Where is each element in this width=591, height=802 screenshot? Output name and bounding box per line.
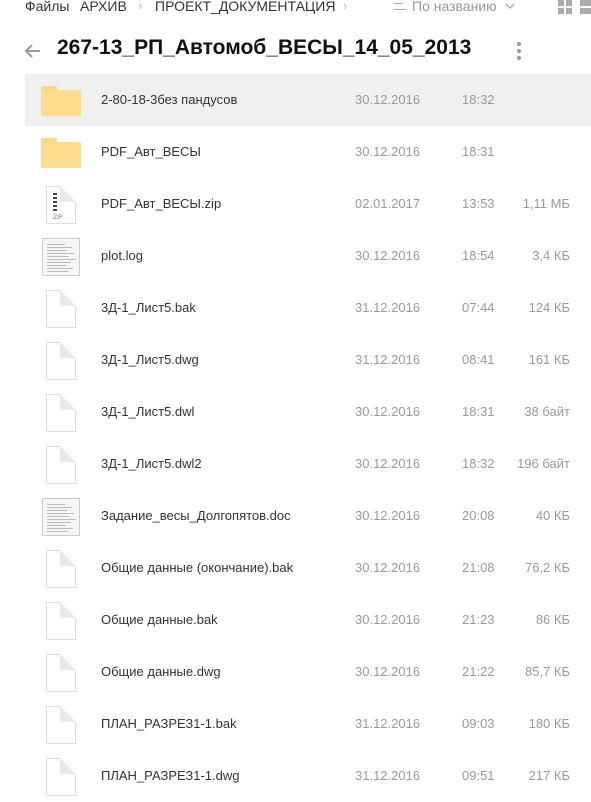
file-time: 18:32 xyxy=(462,456,495,471)
file-date: 30.12.2016 xyxy=(355,92,421,107)
file-date: 30.12.2016 xyxy=(355,456,421,471)
file-time: 18:32 xyxy=(462,92,495,107)
file-time: 13:53 xyxy=(462,196,495,211)
sort-dropdown[interactable]: По названию xyxy=(394,0,515,14)
file-row[interactable]: plot.log 30.12.2016 18:54 3,4 КБ xyxy=(0,230,591,282)
file-row[interactable]: 3Д-1_Лист5.dwl2 30.12.2016 18:32 196 байт xyxy=(0,438,591,490)
file-date: 31.12.2016 xyxy=(355,716,421,731)
file-icon xyxy=(41,758,81,796)
file-row[interactable]: 3Д-1_Лист5.dwl 30.12.2016 18:31 38 байт xyxy=(0,386,591,438)
file-date: 30.12.2016 xyxy=(355,144,421,159)
file-icon xyxy=(41,602,81,640)
file-time: 08:41 xyxy=(462,352,495,367)
file-time: 07:44 xyxy=(462,300,495,315)
file-icon xyxy=(41,706,81,744)
file-icon xyxy=(41,446,81,484)
file-time: 18:31 xyxy=(462,144,495,159)
file-row[interactable]: ПЛАН_РАЗРЕЗ1-1.dwg 31.12.2016 09:51 217 КБ xyxy=(0,750,591,802)
file-date: 30.12.2016 xyxy=(355,248,421,263)
file-icon xyxy=(41,290,81,328)
file-time: 09:51 xyxy=(462,768,495,783)
file-size: 124 КБ xyxy=(528,300,570,315)
file-row[interactable]: Задание_весы_Долгопятов.doc 30.12.2016 20:… xyxy=(0,490,591,542)
file-row[interactable]: Общие данные (окончание).bak 30.12.2016 21… xyxy=(0,542,591,594)
file-date: 02.01.2017 xyxy=(355,196,421,211)
file-size: 3,4 КБ xyxy=(532,248,570,263)
page-title: 267-13_РП_Автомоб_ВЕСЫ_14_05_2013 xyxy=(57,36,472,59)
grid-view-icon[interactable] xyxy=(558,0,574,16)
file-row[interactable]: PDF_Авт_ВЕСЫ 30.12.2016 18:31 xyxy=(0,126,591,178)
file-name: Задание_весы_Долгопятов.doc xyxy=(101,508,291,523)
folder-icon xyxy=(41,134,81,170)
file-name: 2-80-18-3без пандусов xyxy=(101,92,238,107)
file-name: 3Д-1_Лист5.dwg xyxy=(101,352,199,367)
back-arrow-icon[interactable] xyxy=(24,42,42,60)
file-name: 3Д-1_Лист5.bak xyxy=(101,300,196,315)
file-row[interactable]: 3Д-1_Лист5.dwg 31.12.2016 08:41 161 КБ xyxy=(0,334,591,386)
file-name: plot.log xyxy=(101,248,143,263)
file-icon xyxy=(41,550,81,588)
file-size: 38 байт xyxy=(524,404,570,419)
file-size: 161 КБ xyxy=(528,352,570,367)
file-time: 21:22 xyxy=(462,664,495,679)
file-date: 30.12.2016 xyxy=(355,560,421,575)
more-options-icon[interactable] xyxy=(512,42,526,62)
file-time: 09:03 xyxy=(462,716,495,731)
file-row[interactable]: Общие данные.bak 30.12.2016 21:23 86 КБ xyxy=(0,594,591,646)
breadcrumb-separator-icon: › xyxy=(343,0,348,13)
file-size: 86 КБ xyxy=(535,612,570,627)
file-row[interactable]: ZIP PDF_Авт_ВЕСЫ.zip 02.01.2017 13:53 1,11 М… xyxy=(0,178,591,230)
file-date: 30.12.2016 xyxy=(355,612,421,627)
breadcrumb-separator-icon: › xyxy=(138,0,143,13)
folder-icon xyxy=(41,82,81,118)
file-icon xyxy=(41,342,81,380)
file-date: 31.12.2016 xyxy=(355,300,421,315)
file-size: 40 КБ xyxy=(535,508,570,523)
zip-file-icon: ZIP xyxy=(41,186,81,224)
sort-label: По названию xyxy=(412,0,497,14)
file-name: PDF_Авт_ВЕСЫ xyxy=(101,144,201,159)
file-size: 196 байт xyxy=(517,456,570,471)
document-thumbnail-icon xyxy=(41,498,81,536)
file-size: 76,2 КБ xyxy=(524,560,570,575)
file-name: 3Д-1_Лист5.dwl2 xyxy=(101,456,202,471)
file-size: 217 КБ xyxy=(528,768,570,783)
file-date: 30.12.2016 xyxy=(355,664,421,679)
file-row[interactable]: ПЛАН_РАЗРЕЗ1-1.bak 31.12.2016 09:03 180 КБ xyxy=(0,698,591,750)
file-list: 2-80-18-3без пандусов 30.12.2016 18:32 PDF_… xyxy=(0,74,591,802)
document-thumbnail-icon xyxy=(41,238,81,276)
breadcrumb-files[interactable]: Файлы xyxy=(25,0,69,14)
folder-header: 267-13_РП_Автомоб_ВЕСЫ_14_05_2013 xyxy=(0,34,591,68)
top-bar: Файлы АРХИВ › ПРОЕКТ_ДОКУМЕНТАЦИЯ › По н… xyxy=(0,0,591,16)
breadcrumb-project-docs[interactable]: ПРОЕКТ_ДОКУМЕНТАЦИЯ xyxy=(155,0,335,14)
list-view-icon[interactable] xyxy=(580,0,591,16)
file-date: 31.12.2016 xyxy=(355,768,421,783)
file-time: 18:31 xyxy=(462,404,495,419)
chevron-down-icon xyxy=(505,3,515,9)
file-name: Общие данные (окончание).bak xyxy=(101,560,294,575)
file-date: 31.12.2016 xyxy=(355,352,421,367)
file-name: 3Д-1_Лист5.dwl xyxy=(101,404,195,419)
file-name: ПЛАН_РАЗРЕЗ1-1.dwg xyxy=(101,768,240,783)
file-time: 20:08 xyxy=(462,508,495,523)
file-size: 85,7 КБ xyxy=(524,664,570,679)
file-name: PDF_Авт_ВЕСЫ.zip xyxy=(101,196,222,211)
file-icon xyxy=(41,394,81,432)
file-row[interactable]: 2-80-18-3без пандусов 30.12.2016 18:32 xyxy=(25,74,591,126)
file-name: ПЛАН_РАЗРЕЗ1-1.bak xyxy=(101,716,237,731)
file-row[interactable]: Общие данные.dwg 30.12.2016 21:22 85,7 КБ xyxy=(0,646,591,698)
sort-icon xyxy=(394,0,406,10)
file-icon xyxy=(41,654,81,692)
file-date: 30.12.2016 xyxy=(355,404,421,419)
file-time: 18:54 xyxy=(462,248,495,263)
file-name: Общие данные.bak xyxy=(101,612,218,627)
file-date: 30.12.2016 xyxy=(355,508,421,523)
file-name: Общие данные.dwg xyxy=(101,664,221,679)
file-size: 1,11 МБ xyxy=(522,196,570,211)
breadcrumb-archive[interactable]: АРХИВ xyxy=(80,0,128,14)
file-size: 180 КБ xyxy=(528,716,570,731)
file-time: 21:23 xyxy=(462,612,495,627)
file-time: 21:08 xyxy=(462,560,495,575)
file-row[interactable]: 3Д-1_Лист5.bak 31.12.2016 07:44 124 КБ xyxy=(0,282,591,334)
